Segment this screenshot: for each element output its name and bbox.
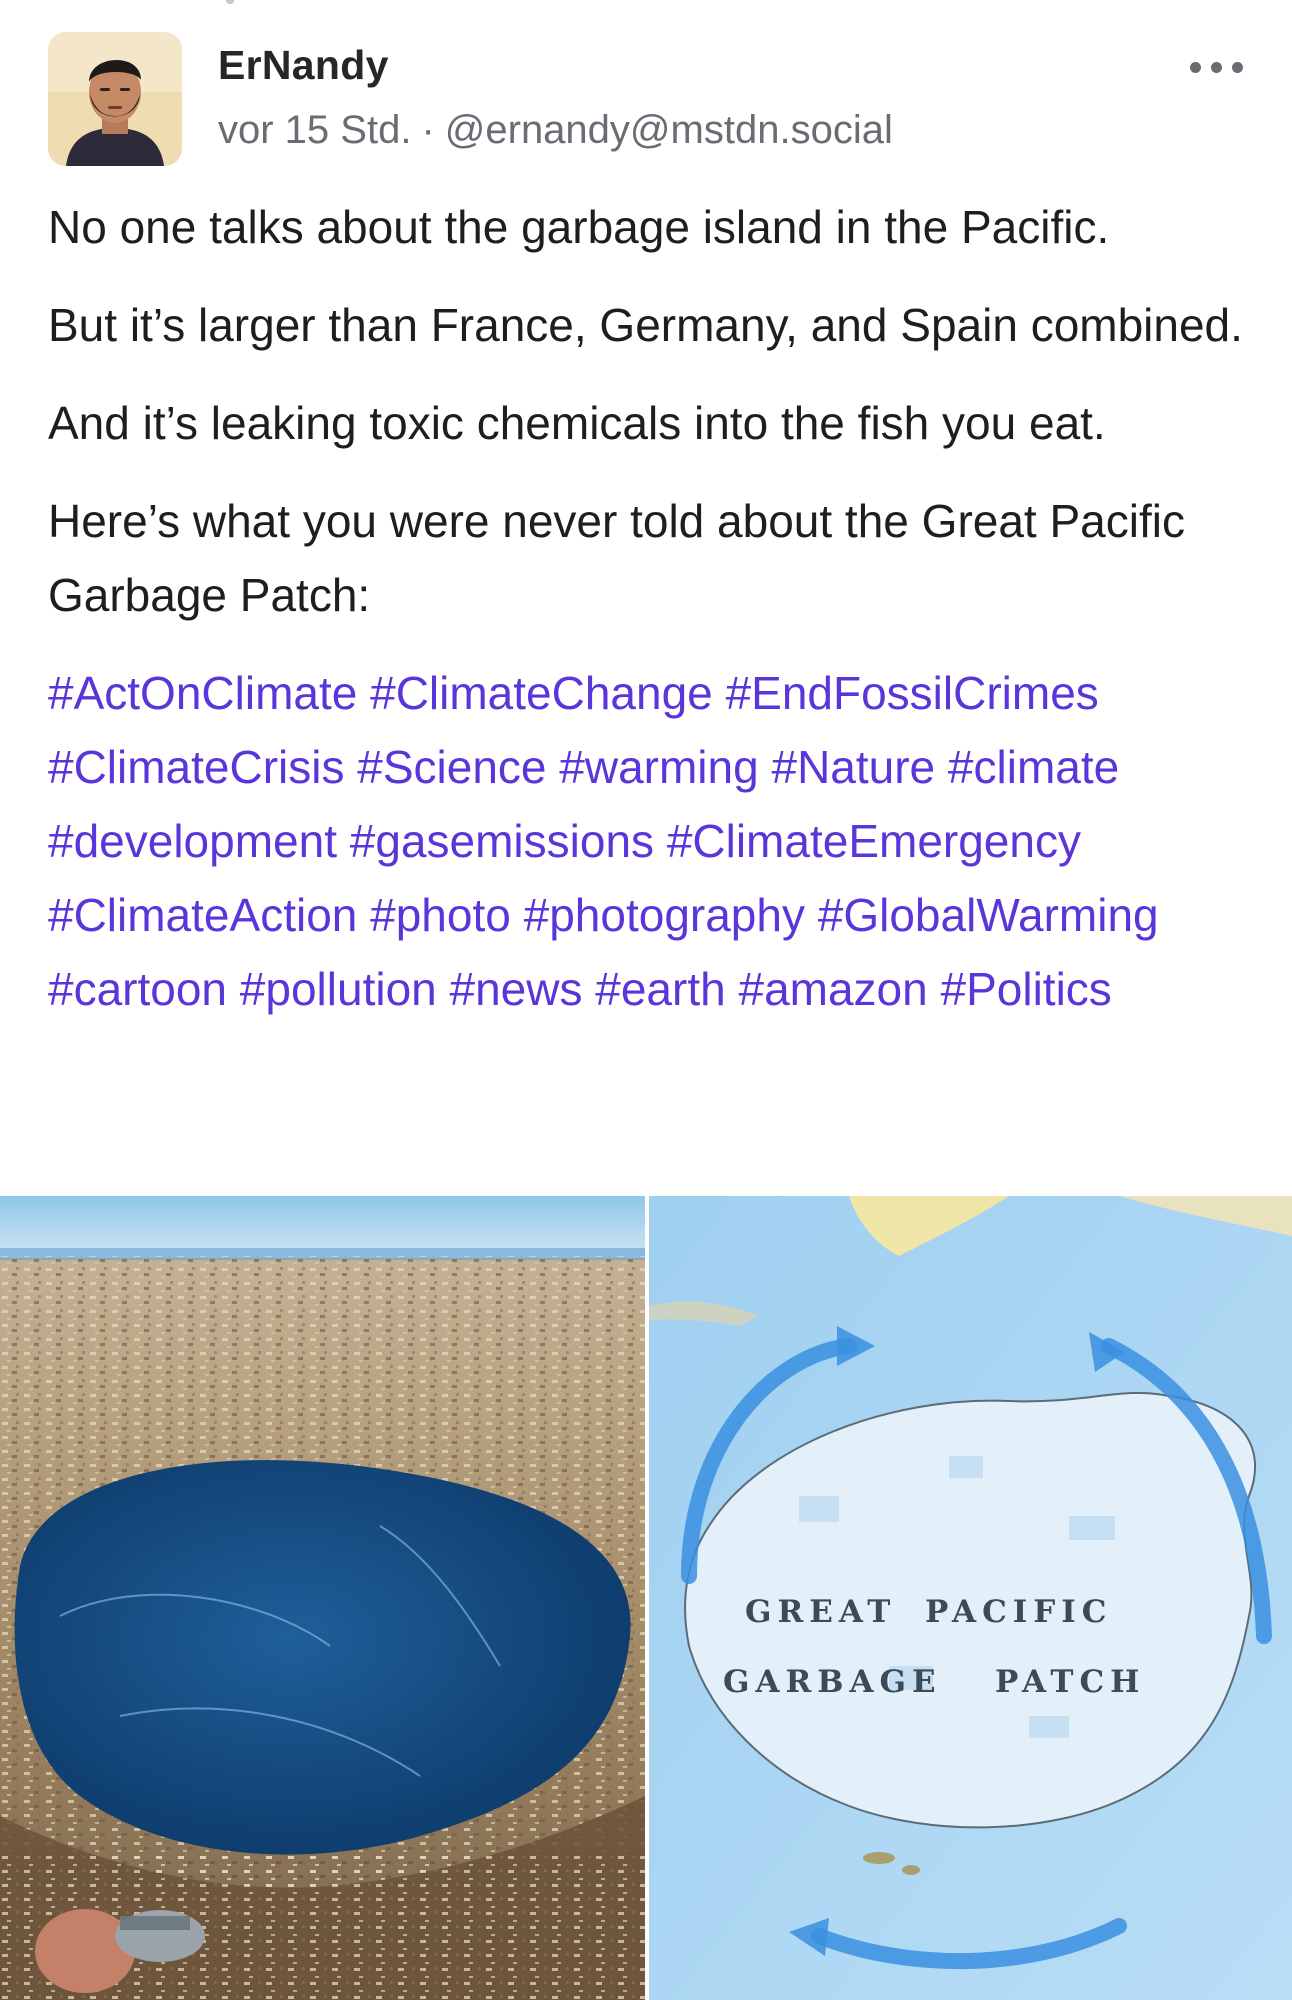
media-map-garbage-patch[interactable]: GREAT PACIFIC GARBAGE PATCH bbox=[649, 1196, 1292, 2000]
hashtag-link[interactable]: #EndFossilCrimes bbox=[726, 667, 1099, 719]
hashtag-link[interactable]: #development bbox=[48, 815, 337, 867]
avatar-image bbox=[48, 32, 182, 166]
more-options-button[interactable] bbox=[1182, 50, 1252, 84]
hashtag-link[interactable]: #GlobalWarming bbox=[818, 889, 1159, 941]
author-display-name[interactable]: ErNandy bbox=[218, 42, 389, 89]
hashtag-link[interactable]: #news bbox=[450, 963, 583, 1015]
garbage-ocean-photo bbox=[0, 1196, 645, 2000]
map-label-great: GREAT bbox=[745, 1594, 897, 1630]
map-label-pacific: PACIFIC bbox=[925, 1594, 1113, 1630]
hashtag-link[interactable]: #ClimateChange bbox=[370, 667, 713, 719]
hashtag-link[interactable]: #ClimateAction bbox=[48, 889, 357, 941]
media-gallery: GREAT PACIFIC GARBAGE PATCH bbox=[0, 1196, 1292, 2000]
ellipsis-dot bbox=[1211, 62, 1222, 73]
post-header: ErNandy vor 15 Std. · @ernandy@mstdn.socia… bbox=[0, 0, 1292, 180]
map-label-garbage: GARBAGE bbox=[723, 1664, 942, 1700]
post-content: No one talks about the garbage island in… bbox=[48, 190, 1258, 1050]
post-paragraph: But it’s larger than France, Germany, an… bbox=[48, 299, 1243, 351]
author-handle[interactable]: @ernandy@mstdn.social bbox=[445, 108, 893, 152]
hashtag-link[interactable]: #photo bbox=[370, 889, 511, 941]
hashtag-link[interactable]: #pollution bbox=[240, 963, 437, 1015]
post-paragraph: Here’s what you were never told about th… bbox=[48, 495, 1185, 621]
hashtag-link[interactable]: #ClimateCrisis bbox=[48, 741, 344, 793]
post-timestamp[interactable]: vor 15 Std. bbox=[218, 108, 411, 152]
ellipsis-horizontal-icon bbox=[1190, 62, 1201, 73]
post-paragraph: And it’s leaking toxic chemicals into th… bbox=[48, 397, 1106, 449]
hashtag-link[interactable]: #cartoon bbox=[48, 963, 227, 1015]
avatar[interactable] bbox=[48, 32, 182, 166]
hashtag-link[interactable]: #Science bbox=[357, 741, 546, 793]
post-paragraph: No one talks about the garbage island in… bbox=[48, 201, 1110, 253]
media-photo-garbage-ocean[interactable] bbox=[0, 1196, 645, 2000]
meta-separator: · bbox=[421, 108, 435, 152]
post-meta: vor 15 Std. · @ernandy@mstdn.social bbox=[218, 108, 893, 153]
hashtag-link[interactable]: #ClimateEmergency bbox=[667, 815, 1081, 867]
hashtag-link[interactable]: #ActOnClimate bbox=[48, 667, 357, 719]
hashtag-link[interactable]: #photography bbox=[524, 889, 805, 941]
hashtag-list: #ActOnClimate #ClimateChange #EndFossilC… bbox=[48, 656, 1258, 1026]
hashtag-link[interactable]: #Politics bbox=[941, 963, 1112, 1015]
ellipsis-dot bbox=[1232, 62, 1243, 73]
hashtag-link[interactable]: #Nature bbox=[771, 741, 935, 793]
hashtag-link[interactable]: #warming bbox=[559, 741, 758, 793]
hashtag-link[interactable]: #amazon bbox=[738, 963, 927, 1015]
map-label-patch: PATCH bbox=[995, 1664, 1146, 1700]
hashtag-link[interactable]: #earth bbox=[595, 963, 725, 1015]
hashtag-link[interactable]: #gasemissions bbox=[350, 815, 654, 867]
hashtag-link[interactable]: #climate bbox=[948, 741, 1119, 793]
